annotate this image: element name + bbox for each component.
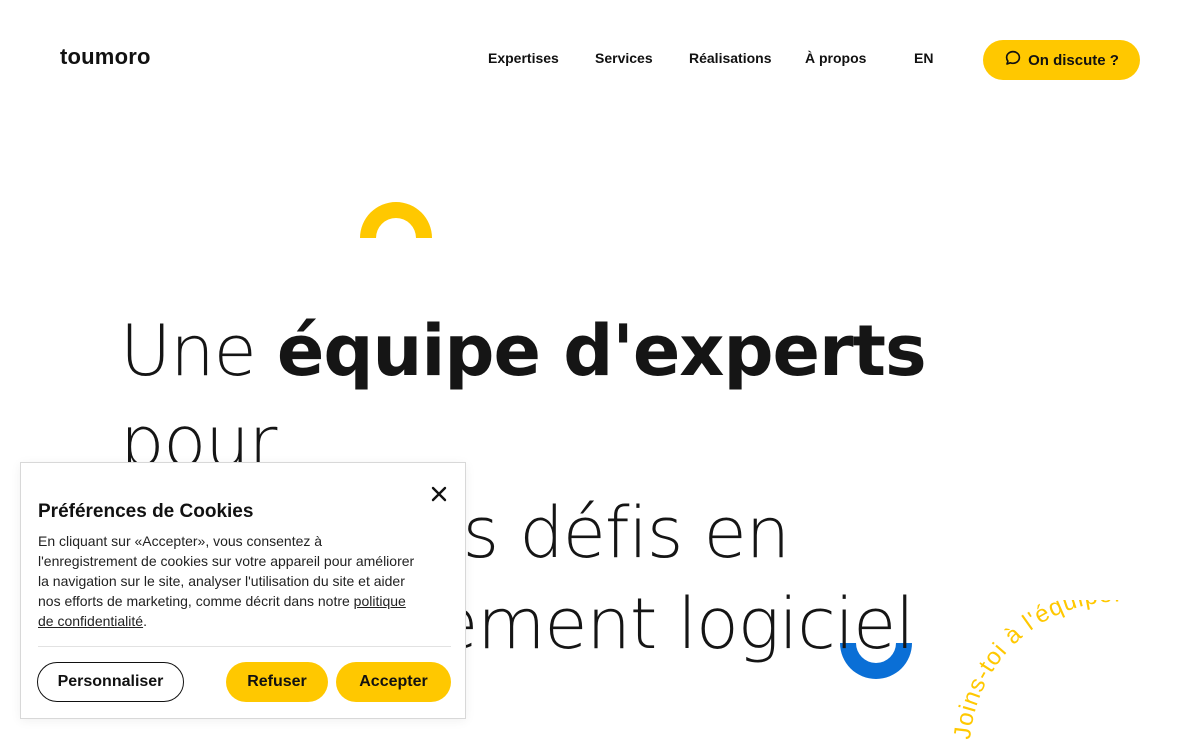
cookie-close-button[interactable] [428, 483, 450, 505]
nav-a-propos[interactable]: À propos [805, 50, 866, 66]
cookie-description: En cliquant sur «Accepter», vous consent… [38, 531, 418, 631]
contact-cta-button[interactable]: On discute ? [983, 40, 1140, 80]
cookie-title: Préférences de Cookies [38, 501, 254, 522]
cookie-divider [38, 646, 451, 647]
nav-services[interactable]: Services [595, 50, 653, 66]
cookie-body-end: . [143, 613, 147, 629]
chat-bubble-icon [1004, 49, 1022, 71]
yellow-arch-decoration [360, 202, 432, 238]
join-team-badge[interactable]: Joins-toi à l'équipe! [940, 600, 1200, 740]
nav-realisations[interactable]: Réalisations [689, 50, 771, 66]
accept-cookies-button[interactable]: Accepter [336, 662, 451, 702]
cookie-banner: Préférences de Cookies En cliquant sur «… [20, 462, 466, 719]
refuse-cookies-button[interactable]: Refuser [226, 662, 328, 702]
hero-line1-start: Une [120, 310, 277, 392]
join-team-curved-text: Joins-toi à l'équipe! [949, 600, 1120, 740]
close-icon [428, 486, 450, 508]
language-switch[interactable]: EN [914, 50, 933, 66]
customize-cookies-button[interactable]: Personnaliser [37, 662, 184, 702]
contact-cta-label: On discute ? [1028, 51, 1119, 69]
svg-text:Joins-toi à l'équipe!: Joins-toi à l'équipe! [949, 600, 1121, 740]
nav-expertises[interactable]: Expertises [488, 50, 559, 66]
hero-line1-bold: équipe d'experts [276, 310, 927, 392]
